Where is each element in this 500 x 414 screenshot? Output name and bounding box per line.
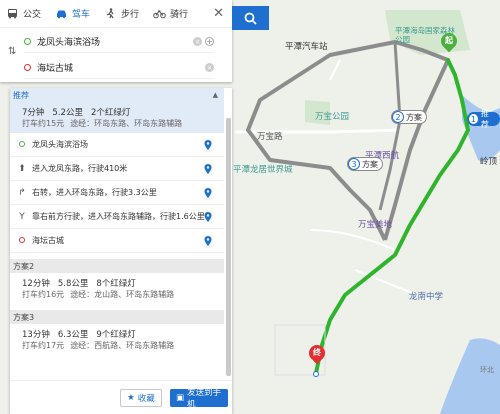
end-dot-icon <box>16 236 28 246</box>
search-box: 公交 驾车 步行 骑行 ✕ ⇅ 龙凤头海滨浴场 × + 海坛古城 × <box>0 0 232 82</box>
tab-bus[interactable]: 公交 <box>6 7 41 20</box>
step-end[interactable]: 海坛古城 <box>10 229 224 253</box>
destination-field[interactable]: 海坛古城 × <box>24 57 214 79</box>
start-pin-icon[interactable]: 起 <box>437 29 461 53</box>
start-dot-icon <box>16 140 28 150</box>
map-label-linwan: 岭顶 <box>480 157 498 167</box>
tab-walk[interactable]: 步行 <box>104 7 139 20</box>
origin-dot-icon <box>24 38 31 45</box>
send-to-phone-button[interactable]: ▣ 发送到手机 <box>170 388 228 410</box>
step-3[interactable]: Y 靠右前方行驶，进入环岛东路辅路，行驶1.6公里 <box>10 205 224 229</box>
walk-icon <box>106 8 114 19</box>
locate-icon[interactable] <box>204 140 212 150</box>
search-button[interactable] <box>232 6 269 30</box>
panel-footer: ★ 收藏 ▣ 发送到手机 <box>10 380 232 414</box>
locate-icon[interactable] <box>204 164 212 174</box>
locate-icon[interactable] <box>204 236 212 246</box>
map-label-wanbao-road: 万宝路 <box>257 132 283 142</box>
plan-1-distance: 5.2公里 <box>52 108 83 118</box>
plan-2-distance: 5.8公里 <box>57 279 89 289</box>
origin-text[interactable]: 龙凤头海滨浴场 <box>37 35 190 48</box>
locate-icon[interactable] <box>204 188 212 198</box>
route-tag-plan2[interactable]: 2 方案 <box>391 110 427 124</box>
step-1[interactable]: ⬆ 进入龙凤东路，行驶410米 <box>10 157 224 181</box>
destination-dot-icon <box>24 64 31 71</box>
route-list[interactable]: 推荐 ▲ 7分钟 5.2公里 2个红绿灯 打车约15元 途经：环岛东路、环岛东路… <box>10 88 224 380</box>
bus-icon <box>8 9 17 19</box>
map-label-huanbei: 环北 <box>480 366 494 374</box>
map-label-longju: 平潭龙居世界城 <box>233 165 293 175</box>
clear-origin-icon[interactable]: × <box>193 37 202 46</box>
phone-icon: ▣ <box>176 393 185 403</box>
search-icon <box>244 12 257 25</box>
car-icon <box>57 10 67 19</box>
plan-3-distance: 6.3公里 <box>57 330 89 340</box>
turn-right-icon: ↱ <box>18 187 26 198</box>
scrollbar[interactable] <box>226 118 231 376</box>
step-2[interactable]: ↱ 右转，进入环岛东路，行驶3.3公里 <box>10 181 224 205</box>
plan-1-lights: 2个红绿灯 <box>90 108 131 118</box>
plan-1-summary[interactable]: 7分钟 5.2公里 2个红绿灯 打车约15元 途经：环岛东路、环岛东路辅路 <box>10 102 224 133</box>
route-tag-recommend[interactable]: 1 推荐 <box>467 109 500 129</box>
map-label-wanbao-park: 万宝公园 <box>315 112 350 122</box>
favorite-button[interactable]: ★ 收藏 <box>120 389 162 407</box>
plan-2-time: 12分钟 <box>22 279 50 289</box>
plan-3-via: 途经：西航路、环岛东路辅路 <box>70 341 175 350</box>
straight-arrow-icon: ⬆ <box>18 163 26 174</box>
plan-1-time: 7分钟 <box>22 108 45 118</box>
tab-drive[interactable]: 驾车 <box>55 7 90 20</box>
step-start[interactable]: 龙凤头海滨浴场 <box>10 133 224 157</box>
map-label-longnan-school: 龙南中学 <box>409 292 444 302</box>
clear-destination-icon[interactable]: × <box>205 63 214 72</box>
mode-tabs: 公交 驾车 步行 骑行 <box>0 0 232 28</box>
collapse-icon[interactable]: ▲ <box>213 91 218 99</box>
plan-3-summary[interactable]: 13分钟 6.3公里 9个红绿灯 打车约17元 途经：西航路、环岛东路辅路 <box>10 324 224 355</box>
bike-icon <box>153 10 166 19</box>
plan-3-header[interactable]: 方案3 <box>10 310 224 324</box>
plan-1-fare: 打车约15元 <box>22 119 65 128</box>
locate-icon[interactable] <box>204 212 212 222</box>
plan-2-lights: 8个红绿灯 <box>96 279 136 289</box>
plan-1-header[interactable]: 推荐 ▲ <box>10 88 224 102</box>
keep-right-icon: Y <box>19 211 25 222</box>
plan-3-lights: 9个红绿灯 <box>96 330 136 340</box>
swap-icon[interactable]: ⇅ <box>8 46 16 57</box>
star-icon: ★ <box>127 393 135 403</box>
map-label-wanbao-meidi: 万宝美地 <box>358 220 393 230</box>
tab-bike[interactable]: 骑行 <box>153 7 188 20</box>
plan-3-fare: 打车约17元 <box>22 341 65 350</box>
origin-field[interactable]: 龙凤头海滨浴场 × + <box>24 31 214 53</box>
destination-marker-icon <box>313 371 319 377</box>
plan-2-via: 途经：龙山路、环岛东路辅路 <box>70 290 175 299</box>
plan-2-summary[interactable]: 12分钟 5.8公里 8个红绿灯 打车约16元 途经：龙山路、环岛东路辅路 <box>10 273 224 304</box>
close-icon[interactable]: ✕ <box>213 6 224 21</box>
end-pin-icon[interactable]: 终 <box>305 341 329 365</box>
route-tag-plan3[interactable]: 3 方案 <box>347 157 383 171</box>
plan-2-header[interactable]: 方案2 <box>10 259 224 273</box>
route-panel: 推荐 ▲ 7分钟 5.2公里 2个红绿灯 打车约15元 途经：环岛东路、环岛东路… <box>10 88 232 414</box>
map-label-bus-station: 平潭汽车站 <box>285 42 328 52</box>
plan-1-via: 途经：环岛东路、环岛东路辅路 <box>70 119 183 128</box>
add-waypoint-icon[interactable]: + <box>205 37 214 46</box>
destination-text[interactable]: 海坛古城 <box>37 61 202 74</box>
plan-3-time: 13分钟 <box>22 330 50 340</box>
plan-2-fare: 打车约16元 <box>22 290 65 299</box>
